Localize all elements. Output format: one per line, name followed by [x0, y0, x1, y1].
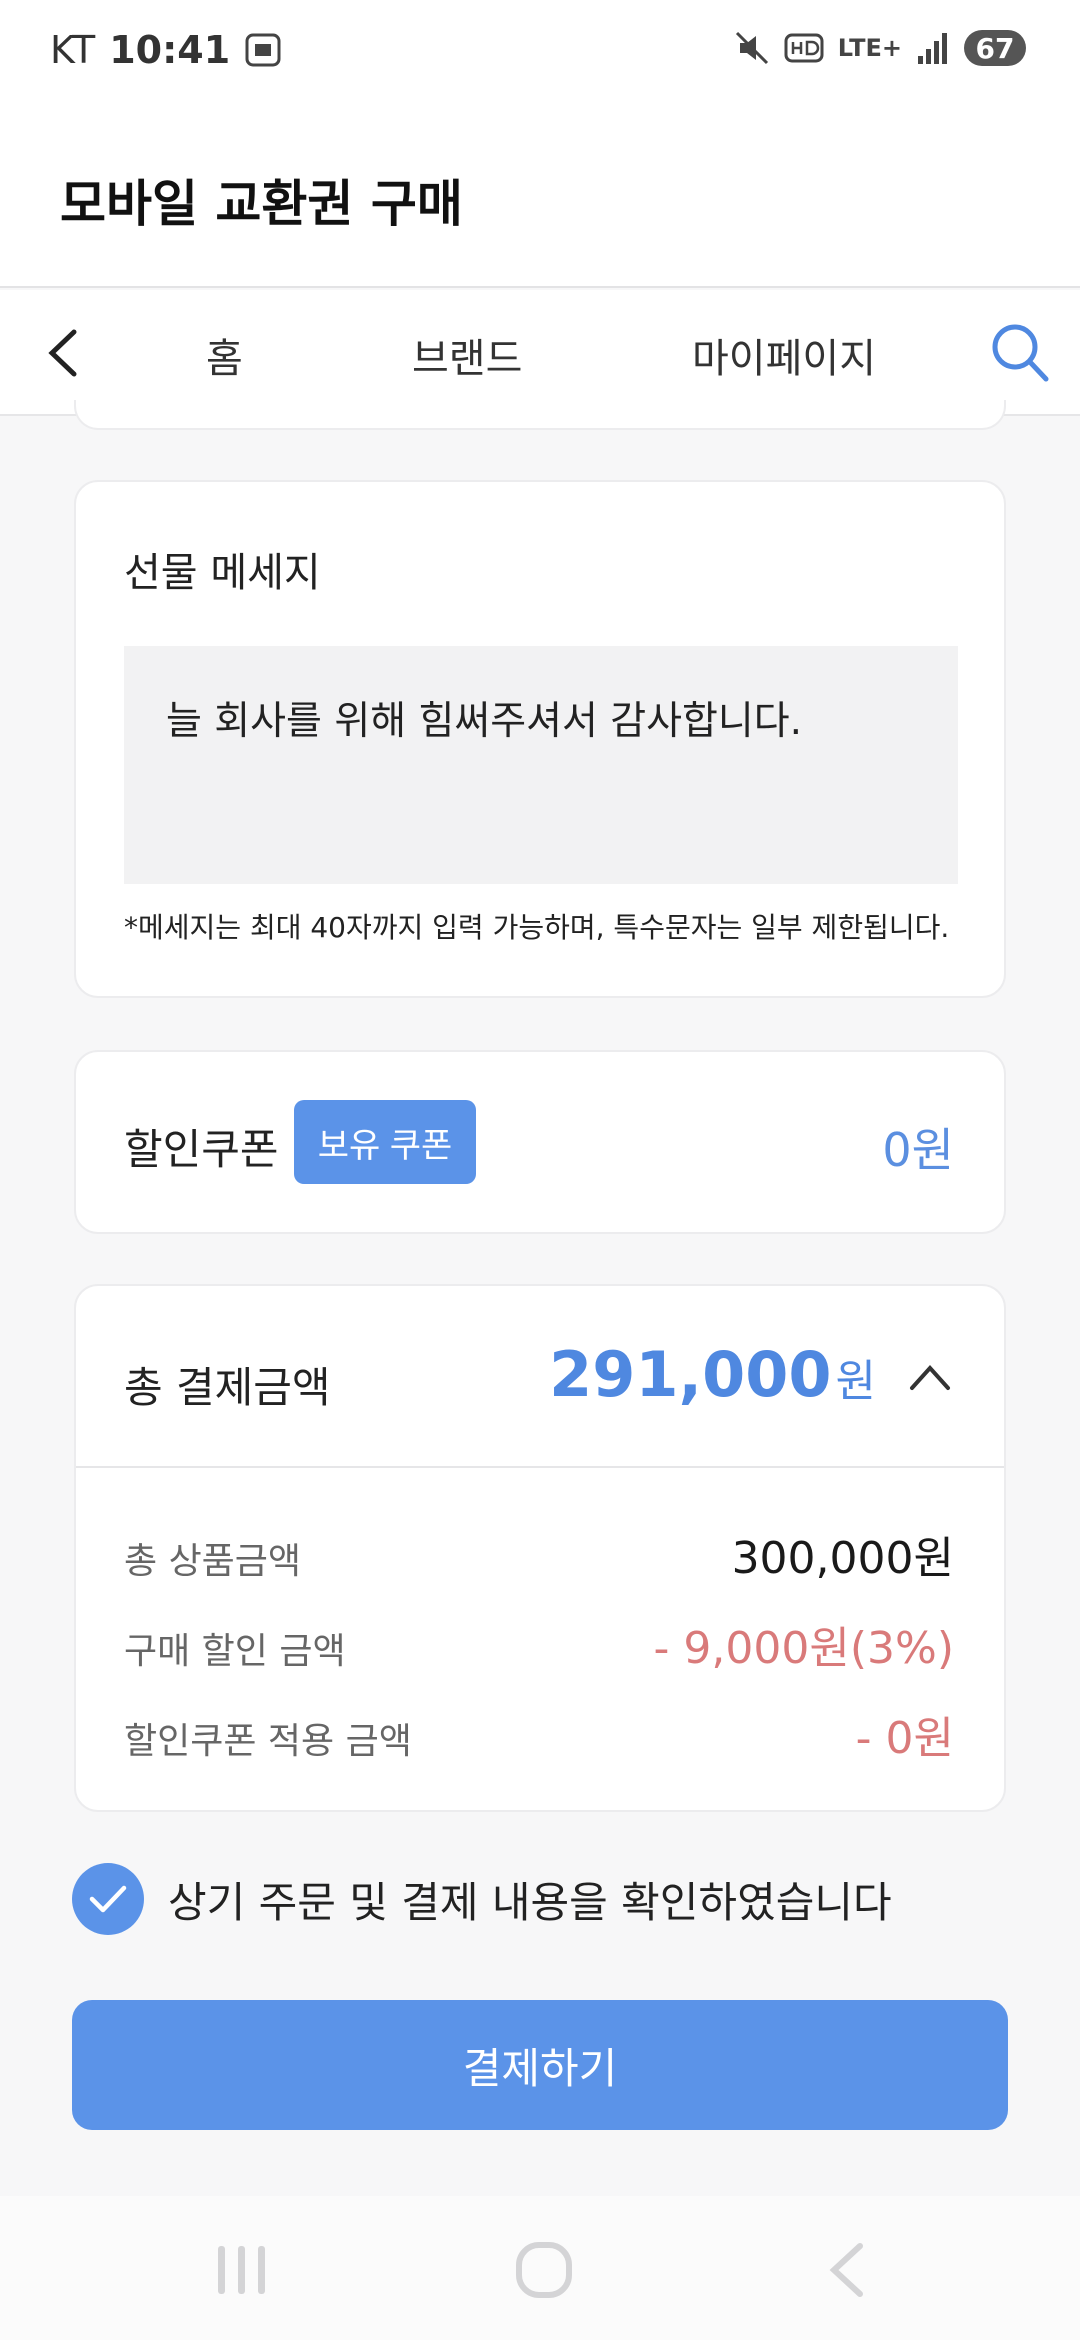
previous-card-edge — [74, 400, 1006, 430]
summary-row-label: 할인쿠폰 적용 금액 — [124, 1721, 412, 1762]
network-type: LTE+ — [837, 34, 902, 62]
total-amount-number: 291,000 — [549, 1338, 832, 1411]
gift-message-note: *메세지는 최대 40자까지 입력 가능하며, 특수문자는 일부 제한됩니다. — [124, 911, 950, 944]
order-confirm-checkbox[interactable]: 상기 주문 및 결제 내용을 확인하였습니다 — [72, 1862, 892, 1936]
nav-item-home[interactable]: 홈 — [206, 326, 243, 384]
gift-message-card: 선물 메세지 늘 회사를 위해 힘써주셔서 감사합니다. *메세지는 최대 40… — [74, 480, 1006, 998]
nav-item-brand[interactable]: 브랜드 — [412, 326, 522, 384]
home-icon[interactable] — [514, 2240, 574, 2300]
mute-icon — [735, 31, 768, 65]
summary-row-value: 300,000원 — [731, 1533, 954, 1584]
recent-apps-icon[interactable] — [214, 2240, 270, 2300]
back-icon[interactable] — [40, 324, 86, 382]
total-payment-card: 총 결제금액 291,000 원 총 상품금액 300,000원 구매 할인 금… — [74, 1284, 1006, 1812]
carrier-label: KT — [50, 28, 96, 72]
summary-row-value: - 9,000원(3%) — [653, 1623, 954, 1674]
summary-row-purchase-discount: 구매 할인 금액 - 9,000원(3%) — [124, 1612, 954, 1674]
total-payment-header[interactable]: 총 결제금액 291,000 원 — [76, 1286, 1004, 1468]
system-nav-bar — [0, 2196, 1080, 2340]
summary-row-label: 총 상품금액 — [124, 1541, 302, 1582]
owned-coupon-button[interactable]: 보유 쿠폰 — [294, 1100, 476, 1184]
order-confirm-text: 상기 주문 및 결제 내용을 확인하였습니다 — [168, 1877, 892, 1927]
page-title: 모바일 교환권 구매 — [60, 175, 463, 233]
total-payment-label: 총 결제금액 — [124, 1363, 331, 1412]
pay-button[interactable]: 결제하기 — [72, 2000, 1008, 2130]
nav-bar: 홈 브랜드 마이페이지 — [0, 290, 1080, 416]
app-header: 모바일 교환권 구매 — [0, 108, 1080, 288]
summary-row-coupon-discount: 할인쿠폰 적용 금액 - 0원 — [124, 1702, 954, 1764]
battery-icon: 67 — [964, 30, 1026, 66]
status-bar: KT 10:41 LTE+ 67 — [0, 0, 1080, 108]
check-icon[interactable] — [72, 1863, 144, 1935]
clock: 10:41 — [109, 28, 231, 72]
coupon-label: 할인쿠폰 — [124, 1125, 279, 1174]
hd-icon — [784, 33, 824, 63]
summary-row-value: - 0원 — [855, 1713, 954, 1764]
gift-message-text: 늘 회사를 위해 힘써주셔서 감사합니다. — [166, 699, 803, 744]
signal-icon — [918, 33, 947, 64]
coupon-value: 0원 — [882, 1123, 954, 1177]
chevron-up-icon[interactable] — [908, 1362, 952, 1392]
total-payment-amount: 291,000 원 — [549, 1338, 876, 1411]
gift-message-title: 선물 메세지 — [124, 550, 321, 596]
summary-row-product-total: 총 상품금액 300,000원 — [124, 1522, 954, 1584]
gift-message-input[interactable]: 늘 회사를 위해 힘써주셔서 감사합니다. — [124, 646, 958, 884]
coupon-card: 할인쿠폰 보유 쿠폰 0원 — [74, 1050, 1006, 1234]
summary-row-label: 구매 할인 금액 — [124, 1631, 346, 1672]
nav-item-mypage[interactable]: 마이페이지 — [692, 326, 876, 384]
system-back-icon[interactable] — [822, 2240, 872, 2300]
search-icon[interactable] — [990, 322, 1050, 384]
screenshot-icon — [245, 33, 281, 67]
total-amount-unit: 원 — [835, 1356, 876, 1407]
